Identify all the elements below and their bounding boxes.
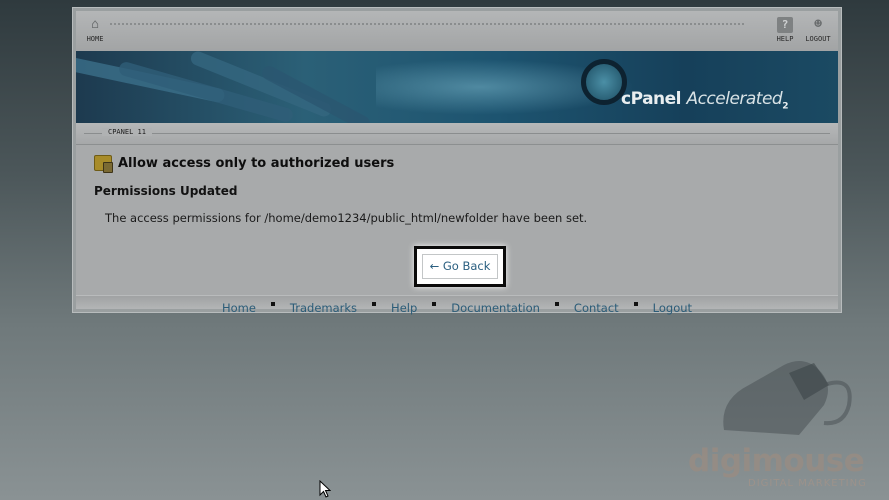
breadcrumb: CPANEL 11 bbox=[102, 128, 152, 136]
mouse-cursor-icon bbox=[319, 480, 331, 498]
footer-separator bbox=[432, 302, 437, 306]
logo-accelerated: Accelerated bbox=[686, 89, 783, 109]
cpanel-window: ⌂ HOME ? HELP ☻ LOGOUT cPanel Accelerate… bbox=[72, 7, 842, 315]
go-back-highlight: ← Go Back bbox=[414, 246, 506, 287]
status-heading: Permissions Updated bbox=[94, 184, 238, 198]
footer-links: Home Trademarks Help Documentation Conta… bbox=[76, 301, 838, 315]
footer-link-contact[interactable]: Contact bbox=[574, 301, 619, 315]
footer-separator bbox=[270, 302, 275, 306]
user-icon: ☻ bbox=[814, 17, 822, 32]
home-icon: ⌂ bbox=[91, 17, 99, 32]
main-content: Allow access only to authorized users Pe… bbox=[94, 155, 820, 225]
page-title: Allow access only to authorized users bbox=[118, 155, 395, 171]
logout-link[interactable]: ☻ LOGOUT bbox=[803, 17, 833, 43]
footer-link-documentation[interactable]: Documentation bbox=[451, 301, 540, 315]
home-link[interactable]: ⌂ HOME bbox=[80, 17, 110, 43]
status-message: The access permissions for /home/demo123… bbox=[105, 211, 588, 225]
digimouse-watermark: digimouse DIGITAL MARKETING bbox=[688, 345, 868, 495]
home-label: HOME bbox=[86, 35, 104, 43]
logo-version: 2 bbox=[782, 101, 788, 112]
footer-link-logout[interactable]: Logout bbox=[653, 301, 692, 315]
top-toolbar: ⌂ HOME ? HELP ☻ LOGOUT bbox=[76, 11, 838, 51]
logout-label: LOGOUT bbox=[805, 35, 831, 43]
page-heading: Allow access only to authorized users bbox=[94, 155, 820, 173]
folder-lock-icon bbox=[94, 155, 113, 173]
watermark-brand: digimouse bbox=[688, 443, 865, 479]
footer-link-trademarks[interactable]: Trademarks bbox=[290, 301, 357, 315]
toolbar-divider bbox=[110, 23, 744, 27]
go-back-button[interactable]: ← Go Back bbox=[422, 254, 498, 279]
cpanel-banner: cPanel Accelerated2 bbox=[76, 51, 838, 123]
footer-separator bbox=[633, 302, 638, 306]
footer-link-help[interactable]: Help bbox=[391, 301, 417, 315]
footer-separator bbox=[372, 302, 377, 306]
footer-separator bbox=[554, 302, 559, 306]
subbar-line bbox=[84, 133, 830, 134]
breadcrumb-bar: CPANEL 11 bbox=[76, 123, 838, 145]
help-link[interactable]: ? HELP bbox=[770, 17, 800, 43]
footer-link-home[interactable]: Home bbox=[222, 301, 256, 315]
logo-prefix: cPanel bbox=[621, 89, 682, 109]
watermark-tagline: DIGITAL MARKETING bbox=[748, 478, 867, 489]
help-icon: ? bbox=[777, 17, 793, 33]
help-label: HELP bbox=[776, 35, 794, 43]
cpanel-logo: cPanel Accelerated2 bbox=[621, 89, 788, 111]
cpanel-inner: ⌂ HOME ? HELP ☻ LOGOUT cPanel Accelerate… bbox=[76, 11, 838, 315]
mouse-logo-icon bbox=[723, 361, 852, 435]
